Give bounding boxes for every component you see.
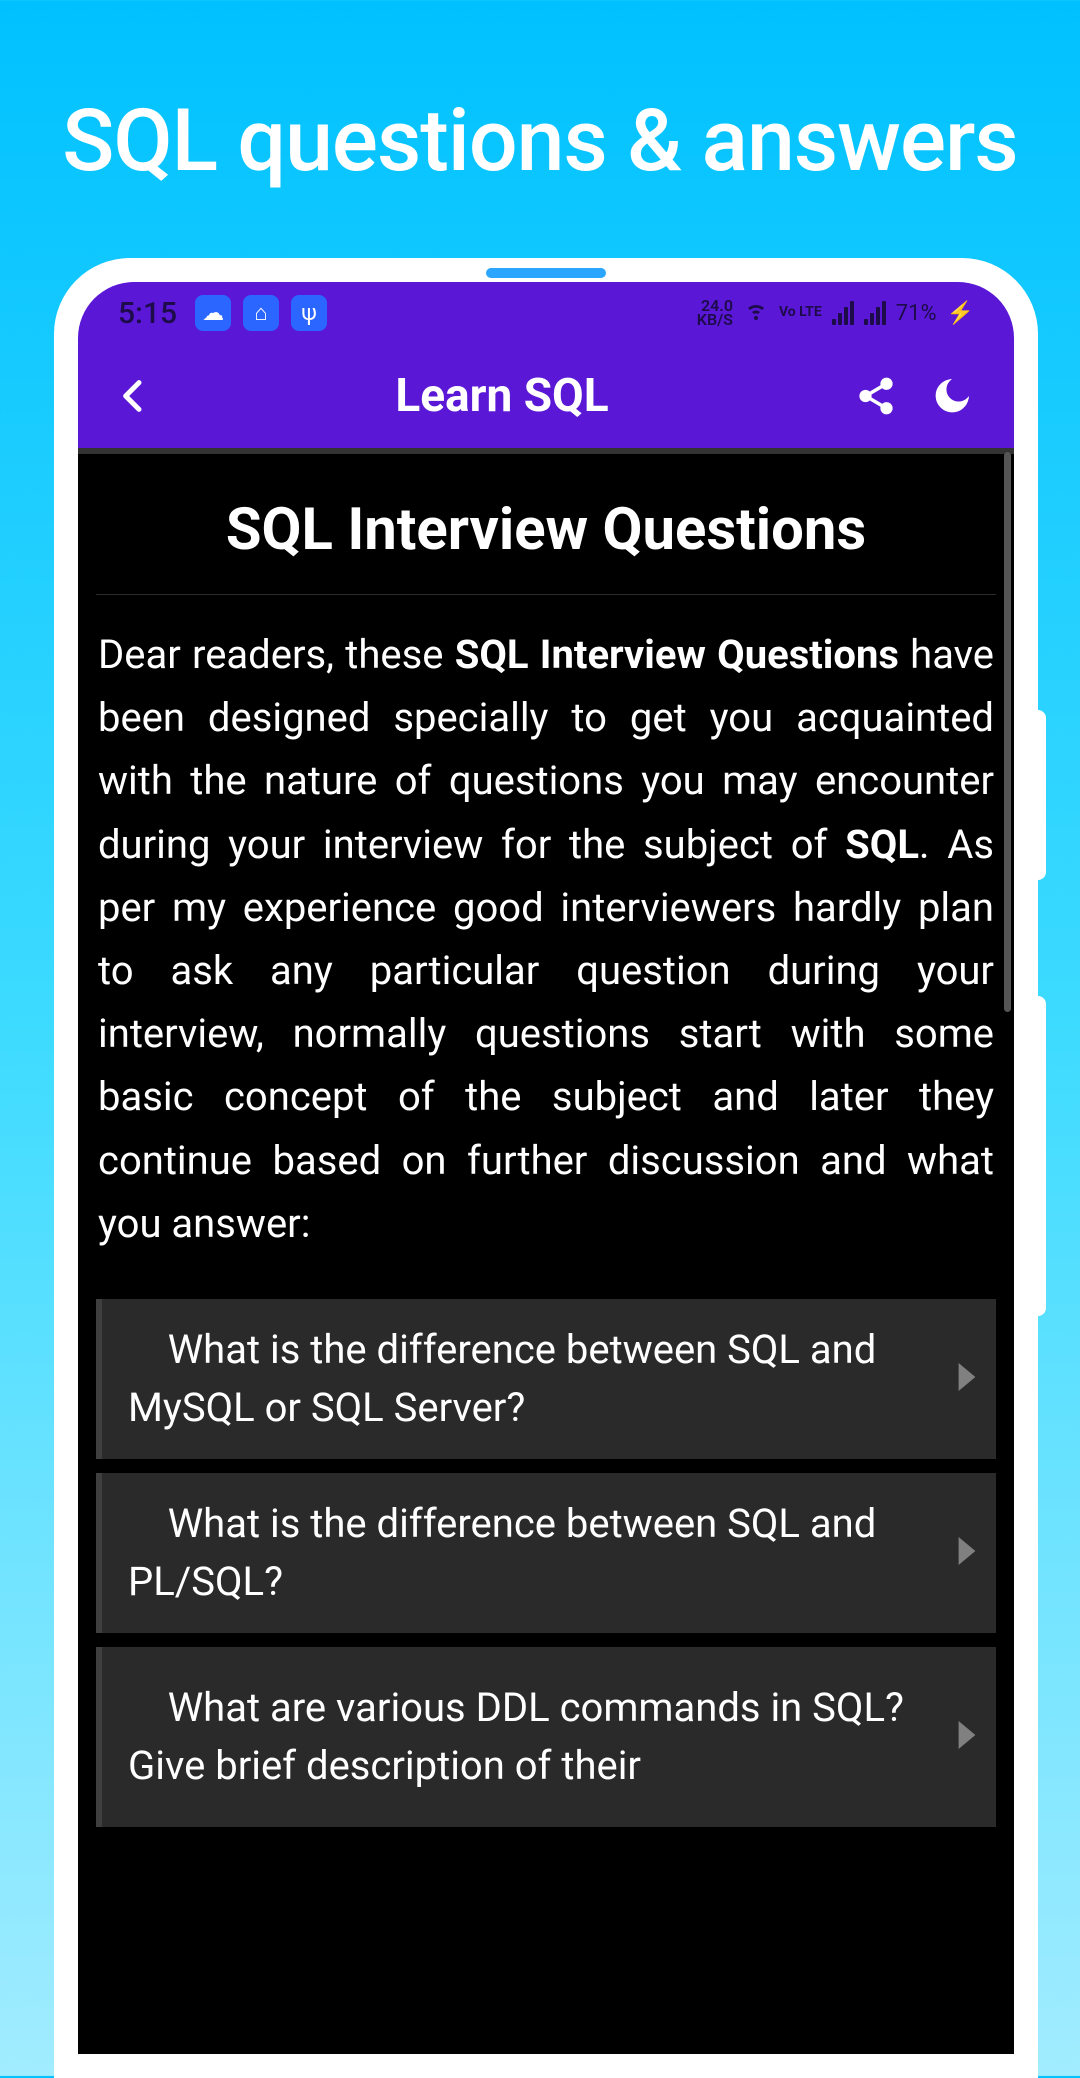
question-text: What is the difference between SQL and P… [128,1495,936,1611]
question-item[interactable]: What are various DDL commands in SQL? Gi… [96,1647,996,1827]
chevron-right-icon [958,1537,976,1569]
status-netspeed: 24.0 KB/S [697,299,733,328]
back-button[interactable] [102,372,166,420]
article-content: SQL Interview Questions Dear readers, th… [78,448,1014,2054]
signal-icon-1 [832,301,854,325]
status-volte: Vo LTE [779,306,822,319]
phone-frame: 5:15 ☁ ⌂ ψ 24.0 KB/S Vo LTE 71% ⚡ [54,258,1038,2078]
article-intro: Dear readers, these SQL Interview Questi… [96,623,996,1285]
status-time: 5:15 [118,296,177,331]
chevron-left-icon [114,372,154,420]
chevron-right-icon [958,1363,976,1395]
article-heading: SQL Interview Questions [96,478,996,595]
question-text: What is the difference between SQL and M… [128,1321,936,1437]
status-icon-app2: ⌂ [243,295,279,331]
status-bar: 5:15 ☁ ⌂ ψ 24.0 KB/S Vo LTE 71% ⚡ [78,282,1014,344]
status-battery: 71% [896,301,937,326]
question-item[interactable]: What is the difference between SQL and M… [96,1299,996,1459]
page-heading: SQL questions & answers [0,0,1080,191]
signal-icon-2 [864,301,886,325]
share-icon [855,375,897,417]
phone-side-button-2 [1030,996,1046,1316]
moon-icon [931,375,973,417]
status-icon-app1: ☁ [195,295,231,331]
phone-side-button-1 [1030,710,1046,880]
intro-bold-1: SQL Interview Questions [455,631,899,678]
scrollbar[interactable] [1004,452,1011,1012]
intro-text-3: . As per my experience good interviewers… [98,821,994,1247]
question-item[interactable]: What is the difference between SQL and P… [96,1473,996,1633]
status-left: 5:15 ☁ ⌂ ψ [118,295,327,331]
intro-bold-2: SQL [845,821,919,868]
share-button[interactable] [838,375,914,417]
status-right: 24.0 KB/S Vo LTE 71% ⚡ [697,298,974,328]
intro-text-1: Dear readers, these [98,631,455,678]
chevron-right-icon [958,1721,976,1753]
status-icon-app3: ψ [291,295,327,331]
wifi-icon [743,298,769,328]
charging-icon: ⚡ [947,301,974,326]
phone-screen: 5:15 ☁ ⌂ ψ 24.0 KB/S Vo LTE 71% ⚡ [78,282,1014,2054]
app-title: Learn SQL [166,369,838,423]
app-bar: Learn SQL [78,344,1014,448]
theme-toggle-button[interactable] [914,375,990,417]
question-text: What are various DDL commands in SQL? Gi… [128,1679,936,1795]
